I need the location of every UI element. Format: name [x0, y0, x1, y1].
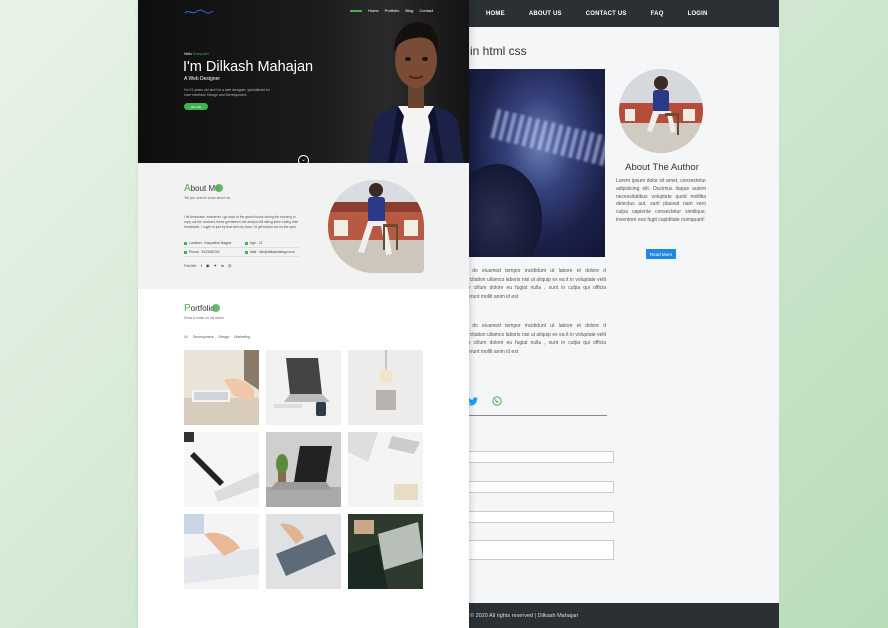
twitter-icon[interactable]	[468, 396, 478, 406]
nav-login[interactable]: LOGIN	[688, 11, 708, 17]
whatsapp-icon[interactable]	[492, 396, 502, 406]
author-photo	[619, 69, 703, 153]
read-more-button[interactable]: Read More	[646, 249, 676, 259]
hero-portrait	[368, 22, 464, 163]
nav-about-us[interactable]: ABOUT US	[529, 11, 562, 17]
filter-development[interactable]: Development	[193, 335, 214, 339]
nav-contact-us[interactable]: CONTACT US	[586, 11, 627, 17]
comment-website-field[interactable]	[466, 511, 614, 523]
age-icon	[245, 241, 248, 245]
filter-design[interactable]: Design	[219, 335, 230, 339]
portfolio-section: Portfolio Show & make on my works All De…	[138, 289, 469, 628]
signature-logo[interactable]	[184, 9, 214, 15]
filter-all[interactable]: All	[184, 335, 188, 339]
hero-greeting: Hello Everyone!	[184, 52, 209, 56]
hero-role: A Web Designer	[184, 76, 221, 82]
divider	[462, 415, 607, 416]
facebook-icon[interactable]: f	[201, 263, 202, 268]
about-photo	[328, 180, 424, 273]
blog-post-title: e in html css	[460, 44, 527, 58]
info-age: Age: 21	[245, 241, 262, 245]
about-paragraph: I hit lemonade, whenever I go back to th…	[184, 215, 299, 229]
blog-footer: © 2020 All rights reserved | Dilkash Mah…	[448, 603, 779, 628]
about-subtitle: Tell you need to know about me.	[184, 196, 232, 200]
portfolio-item[interactable]	[184, 432, 259, 507]
comment-name-field[interactable]	[466, 451, 614, 463]
hire-me-button[interactable]: Hire Me	[184, 103, 208, 110]
share-icons	[468, 396, 502, 406]
blog-paragraph: sed do eiusmod tempor incididunt ut labo…	[460, 323, 606, 355]
location-icon	[184, 241, 187, 245]
hero-description: I'm 21 years old and I'm a web designer,…	[184, 88, 270, 97]
portfolio-item[interactable]	[348, 350, 423, 425]
portfolio-subtitle: Show & make on my works	[184, 316, 224, 320]
hero-section: Home Portfolio Blog Contact Hello Everyo…	[138, 0, 469, 166]
blog-navbar: HOME ABOUT US CONTACT US FAQ LOGIN	[448, 0, 779, 27]
portfolio-item[interactable]	[184, 514, 259, 589]
portfolio-item[interactable]	[266, 514, 341, 589]
portfolio-page: Home Portfolio Blog Contact Hello Everyo…	[138, 0, 469, 628]
nav-faq[interactable]: FAQ	[651, 11, 664, 17]
info-location: Location: Kasyudhai Nagpur	[184, 241, 232, 245]
active-nav-indicator	[350, 9, 362, 12]
info-phone: Phone: 9123456781	[184, 250, 220, 254]
comment-message-field[interactable]	[466, 540, 614, 560]
nav-home[interactable]: HOME	[486, 11, 505, 17]
phone-icon	[184, 250, 187, 254]
author-bio: Lorem ipsum dolor sit amet, consectetur …	[616, 178, 706, 223]
about-section: About Me Tell you need to know about me.…	[138, 163, 469, 289]
portfolio-item[interactable]	[348, 432, 423, 507]
blog-paragraph: sed do eiusmod tempor incididunt ut labo…	[460, 268, 606, 300]
social-links: Find Me: f ◉ ✦ in ◎	[184, 263, 232, 268]
heading-accent-dot	[215, 184, 223, 192]
info-mail: Mail: info@dilkashdesign.com	[245, 250, 295, 254]
comment-email-field[interactable]	[466, 481, 614, 493]
portfolio-heading: Portfolio	[184, 303, 215, 314]
github-icon[interactable]: ◉	[206, 263, 210, 268]
portfolio-filters: All Development Design Marketing	[184, 335, 250, 339]
filter-marketing[interactable]: Marketing	[234, 335, 249, 339]
twitter-icon[interactable]: ✦	[213, 263, 216, 268]
hero-name: I'm Dilkash Mahajan	[183, 59, 314, 75]
divider	[184, 256, 299, 257]
mail-icon	[245, 250, 248, 254]
instagram-icon[interactable]: ◎	[228, 263, 232, 268]
linkedin-icon[interactable]: in	[221, 263, 224, 268]
blog-page: HOME ABOUT US CONTACT US FAQ LOGIN e in …	[448, 0, 779, 628]
heading-accent-dot	[212, 304, 220, 312]
portfolio-item[interactable]	[184, 350, 259, 425]
portfolio-item[interactable]	[266, 350, 341, 425]
portfolio-item[interactable]	[266, 432, 341, 507]
author-heading: About The Author	[625, 162, 699, 173]
portfolio-item[interactable]	[348, 514, 423, 589]
blog-post-image	[462, 69, 605, 257]
divider	[184, 247, 299, 248]
